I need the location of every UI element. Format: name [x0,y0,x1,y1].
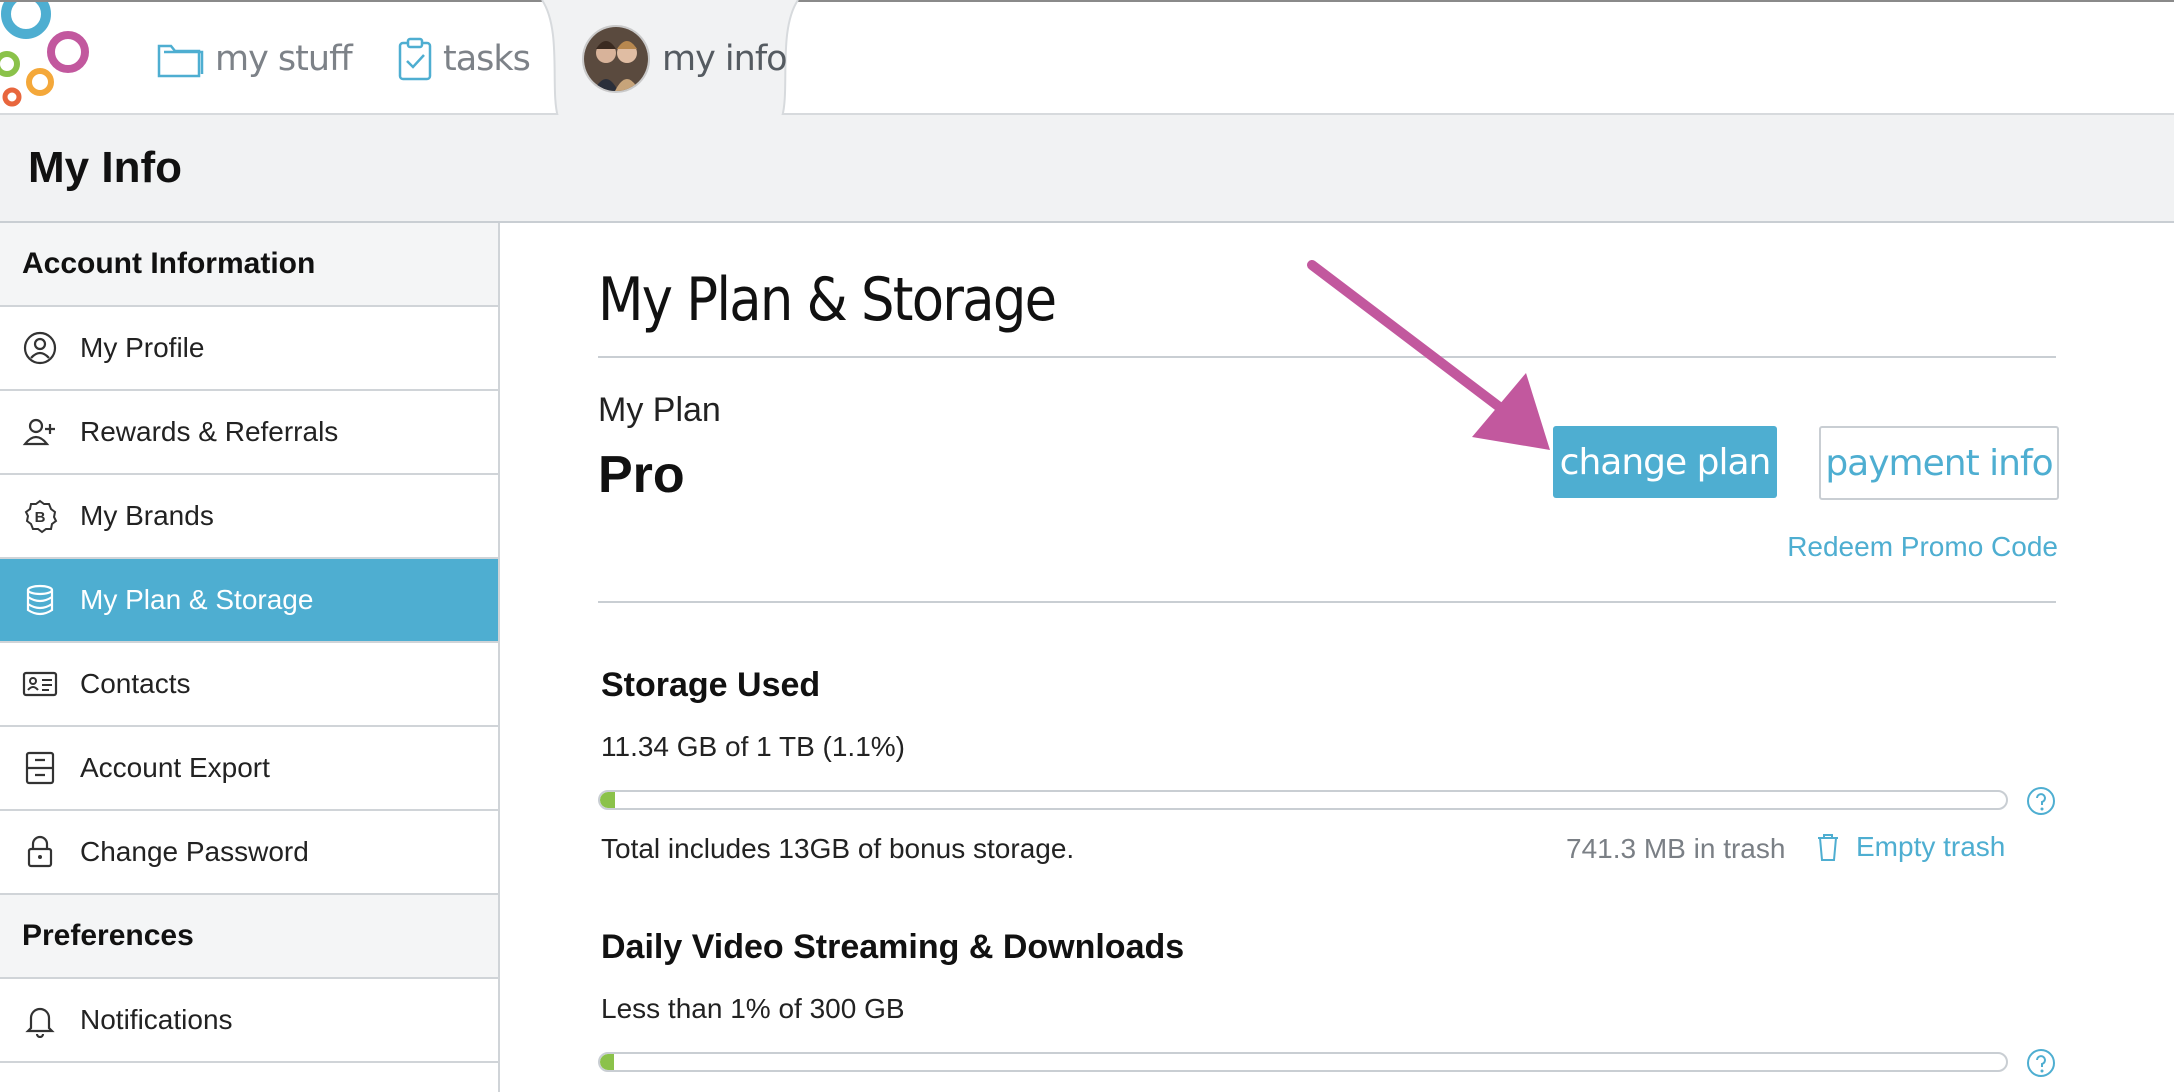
sidebar-item-notifications[interactable]: Notifications [0,979,498,1063]
page-title: My Info [28,143,182,192]
sidebar-item-rewards-referrals[interactable]: Rewards & Referrals [0,391,498,475]
sidebar-item-label: Account Export [80,752,270,783]
storage-progress-fill [600,792,616,808]
sidebar-item-my-plan-storage[interactable]: My Plan & Storage [0,559,498,643]
trash-size: 741.3 MB in trash [1566,833,1786,864]
folder-icon [157,44,204,77]
archive-icon [22,750,58,786]
contact-card-icon [22,666,58,702]
annotation-arrow-icon [1307,260,1550,450]
change-plan-button[interactable]: change plan [1553,426,1777,498]
sidebar-item-label: My Plan & Storage [80,584,314,615]
help-icon[interactable] [2026,786,2056,816]
tab-my-stuff-label: my stuff [215,38,353,79]
sidebar-item-label: Notifications [80,1004,233,1035]
svg-text:B: B [35,509,46,526]
tab-tasks-label: tasks [443,38,531,79]
sidebar-section-account-information: Account Information [0,223,498,307]
divider [598,601,2056,603]
sidebar-item-my-brands[interactable]: B My Brands [0,475,498,559]
database-icon [22,582,58,618]
storage-title: Storage Used [601,666,821,704]
sidebar-item-label: My Brands [80,500,214,531]
tab-my-info[interactable]: my info [582,2,788,115]
sidebar-item-change-password[interactable]: Change Password [0,811,498,895]
redeem-promo-link[interactable]: Redeem Promo Code [1787,531,2058,563]
bonus-storage-note: Total includes 13GB of bonus storage. [601,833,1075,864]
user-circle-icon [22,330,58,366]
payment-info-button[interactable]: payment info [1819,426,2059,500]
bell-icon [22,1002,58,1038]
user-plus-icon [22,414,58,450]
tab-my-stuff[interactable]: my stuff [155,2,353,115]
app-logo[interactable] [0,2,95,107]
streaming-progress-fill [600,1054,615,1070]
sidebar-item-label: Rewards & Referrals [80,416,339,447]
sidebar: Account Information My Profile Rewards &… [0,223,500,1092]
plan-name: Pro [598,446,685,504]
plan-label: My Plan [598,391,721,429]
streaming-progress-bar [598,1052,2008,1072]
section-heading: My Plan & Storage [598,265,1057,335]
sidebar-item-label: Contacts [80,668,191,699]
sidebar-item-label: My Profile [80,332,205,363]
sidebar-item-contacts[interactable]: Contacts [0,643,498,727]
storage-progress-bar [598,790,2008,810]
empty-trash-link[interactable]: Empty trash [1814,831,2005,863]
page-header: My Info [0,115,2174,223]
trash-icon [1818,834,1838,861]
sidebar-item-my-profile[interactable]: My Profile [0,307,498,391]
storage-summary: 11.34 GB of 1 TB (1.1%) [601,731,906,762]
tab-tasks[interactable]: tasks [395,2,531,115]
sidebar-item-label: Change Password [80,836,309,867]
top-nav-bar: my stuff tasks my info [0,0,2174,117]
streaming-title: Daily Video Streaming & Downloads [601,928,1185,966]
clipboard-check-icon [398,37,432,80]
streaming-summary: Less than 1% of 300 GB [601,993,905,1024]
empty-trash-label: Empty trash [1856,831,2006,862]
sidebar-section-preferences: Preferences [0,895,498,979]
brand-badge-icon: B [22,498,58,534]
sidebar-item-account-export[interactable]: Account Export [0,727,498,811]
help-icon[interactable] [2026,1048,2056,1078]
lock-icon [22,834,58,870]
avatar [582,24,650,93]
tab-my-info-label: my info [662,38,788,79]
